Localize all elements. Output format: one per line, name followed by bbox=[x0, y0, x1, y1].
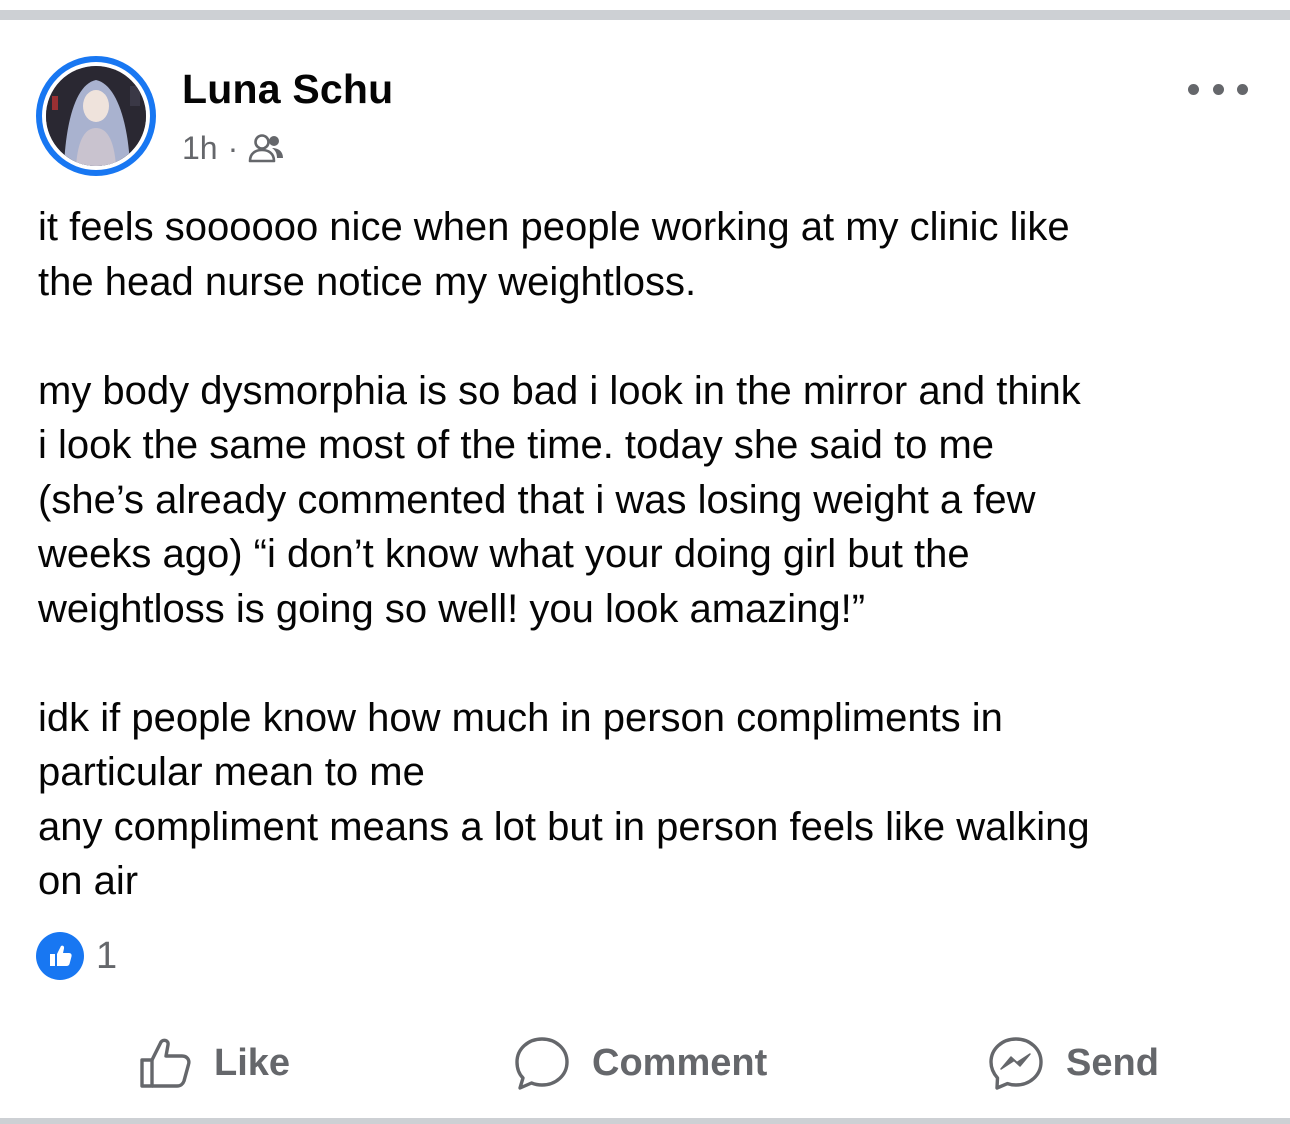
post-actions-bar: Like Comment Send bbox=[0, 1030, 1290, 1096]
post-paragraph: my body dysmorphia is so bad i look in t… bbox=[38, 368, 1081, 631]
author-name[interactable]: Luna Schu bbox=[182, 66, 393, 113]
thumbs-up-outline-icon bbox=[140, 1038, 191, 1088]
messenger-icon bbox=[989, 1037, 1043, 1090]
send-label: Send bbox=[1066, 1041, 1159, 1084]
post-text: it feels soooooo nice when people workin… bbox=[38, 200, 1258, 909]
more-dot-icon bbox=[1188, 83, 1199, 95]
meta-separator: · bbox=[227, 130, 239, 166]
profile-photo bbox=[46, 66, 146, 166]
post-paragraph: it feels soooooo nice when people workin… bbox=[38, 205, 1070, 304]
thumbs-up-icon bbox=[36, 932, 84, 980]
more-dot-icon bbox=[1237, 83, 1248, 95]
friends-icon[interactable] bbox=[248, 133, 284, 163]
reaction-count: 1 bbox=[96, 934, 118, 977]
post-header: Luna Schu 1h · bbox=[36, 56, 1256, 186]
comment-label: Comment bbox=[592, 1041, 768, 1084]
post-meta: 1h · bbox=[182, 126, 284, 170]
more-dot-icon bbox=[1212, 83, 1224, 95]
reaction-summary[interactable]: 1 bbox=[36, 930, 117, 982]
comment-button[interactable]: Comment bbox=[512, 1030, 767, 1096]
feed-divider-top bbox=[0, 10, 1290, 20]
like-button[interactable]: Like bbox=[136, 1030, 290, 1096]
post-paragraph: idk if people know how much in person co… bbox=[38, 695, 1090, 904]
like-label: Like bbox=[214, 1041, 291, 1084]
send-button[interactable]: Send bbox=[986, 1030, 1159, 1096]
post-time[interactable]: 1h bbox=[182, 130, 218, 167]
avatar[interactable] bbox=[36, 56, 156, 176]
feed-divider-bottom bbox=[0, 1118, 1290, 1124]
more-options-button[interactable] bbox=[1188, 74, 1248, 104]
comment-bubble-icon bbox=[515, 1037, 569, 1090]
